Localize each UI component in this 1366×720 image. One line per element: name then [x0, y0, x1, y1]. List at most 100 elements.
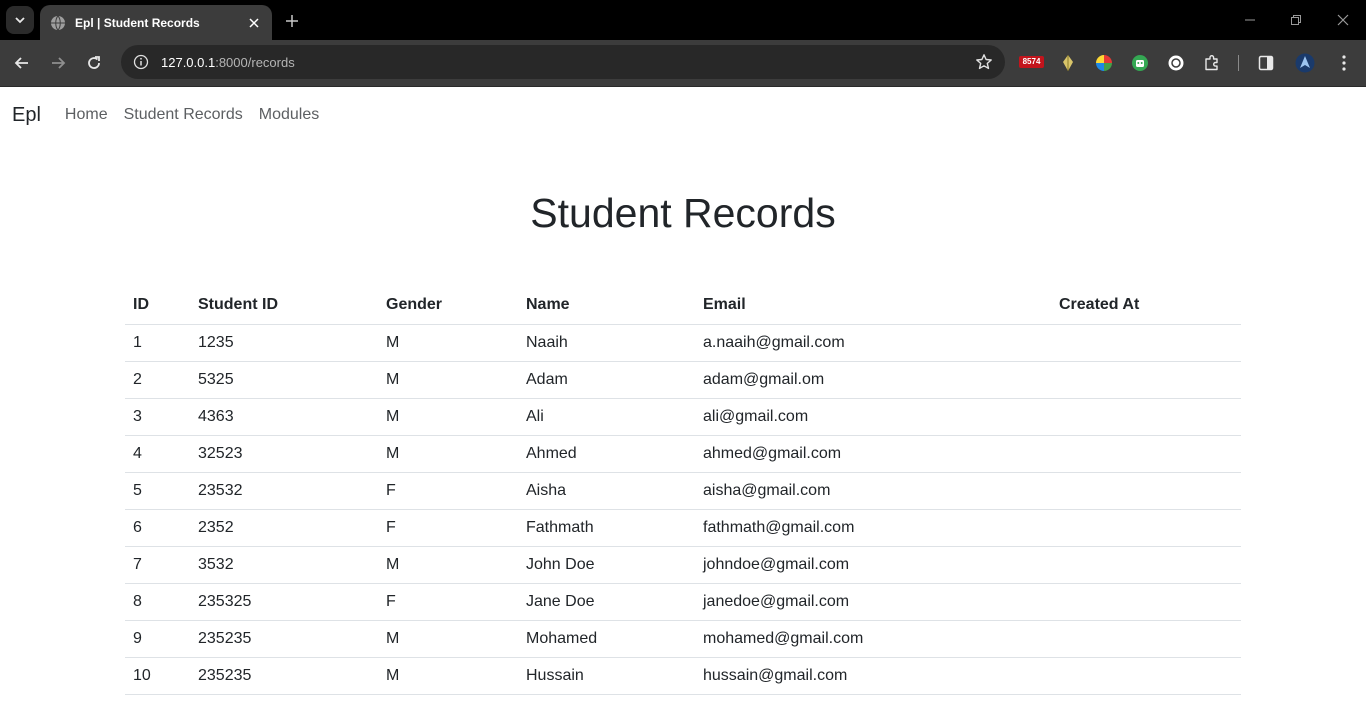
cell-id: 10	[125, 657, 190, 695]
browser-tab-active[interactable]: Epl | Student Records	[40, 5, 272, 40]
bookmark-star-icon[interactable]	[975, 53, 993, 71]
profile-avatar-icon[interactable]	[1295, 53, 1315, 73]
nav-link-modules[interactable]: Modules	[259, 106, 319, 124]
table-row: 9 235235 M Mohamed mohamed@gmail.com	[125, 620, 1241, 658]
cell-gender: M	[378, 398, 518, 436]
arrow-right-icon	[52, 57, 66, 69]
cell-gender: F	[378, 472, 518, 510]
reload-button[interactable]	[82, 51, 106, 75]
chevron-down-icon	[15, 17, 25, 24]
cell-id: 3	[125, 398, 190, 436]
tab-search-button[interactable]	[6, 6, 34, 34]
side-panel-icon[interactable]	[1256, 53, 1276, 73]
nav-link-student-records[interactable]: Student Records	[124, 106, 243, 124]
table-row: 10 235235 M Hussain hussain@gmail.com	[125, 657, 1241, 695]
cell-email: ahmed@gmail.com	[695, 435, 1051, 473]
cell-gender: M	[378, 361, 518, 399]
cell-student-id: 32523	[190, 435, 378, 473]
cell-student-id: 1235	[190, 324, 378, 362]
browser-tabstrip: Epl | Student Records	[0, 0, 1366, 40]
cell-email: adam@gmail.om	[695, 361, 1051, 399]
cell-created-at	[1051, 324, 1241, 362]
table-row: 8 235325 F Jane Doe janedoe@gmail.com	[125, 583, 1241, 621]
forward-button[interactable]	[46, 51, 70, 75]
cell-email: ali@gmail.com	[695, 398, 1051, 436]
cell-gender: M	[378, 620, 518, 658]
table-header-row: ID Student ID Gender Name Email Created …	[125, 287, 1241, 325]
table-row: 5 23532 F Aisha aisha@gmail.com	[125, 472, 1241, 510]
cell-email: johndoe@gmail.com	[695, 546, 1051, 584]
cell-gender: M	[378, 435, 518, 473]
tab-title: Epl | Student Records	[75, 15, 200, 30]
cell-email: fathmath@gmail.com	[695, 509, 1051, 547]
tab-close-icon[interactable]	[246, 15, 262, 31]
student-records-table: ID Student ID Gender Name Email Created …	[125, 287, 1241, 695]
cell-email: aisha@gmail.com	[695, 472, 1051, 510]
cell-student-id: 3532	[190, 546, 378, 584]
cell-created-at	[1051, 583, 1241, 621]
table-row: 3 4363 M Ali ali@gmail.com	[125, 398, 1241, 436]
cell-created-at	[1051, 361, 1241, 399]
extensions-puzzle-icon[interactable]	[1202, 53, 1222, 73]
back-button[interactable]	[10, 51, 34, 75]
url-path: :8000/records	[215, 54, 295, 70]
new-tab-button[interactable]	[282, 11, 302, 31]
cell-created-at	[1051, 509, 1241, 547]
extension-diamond-icon[interactable]	[1058, 53, 1078, 73]
cell-created-at	[1051, 620, 1241, 658]
extension-badge: 8574	[1019, 56, 1044, 68]
cell-id: 8	[125, 583, 190, 621]
cell-id: 1	[125, 324, 190, 362]
column-header-email: Email	[695, 287, 1051, 325]
browser-menu-icon[interactable]	[1334, 53, 1354, 73]
url-text[interactable]: 127.0.0.1:8000/records	[161, 55, 295, 70]
cell-created-at	[1051, 435, 1241, 473]
cell-name: Hussain	[518, 657, 695, 695]
table-row: 4 32523 M Ahmed ahmed@gmail.com	[125, 435, 1241, 473]
plus-icon	[286, 15, 298, 27]
cell-gender: M	[378, 546, 518, 584]
arrow-left-icon	[14, 57, 28, 69]
cell-id: 2	[125, 361, 190, 399]
cell-created-at	[1051, 398, 1241, 436]
cell-id: 9	[125, 620, 190, 658]
cell-student-id: 235325	[190, 583, 378, 621]
site-navbar: Epl Home Student Records Modules	[0, 87, 1366, 143]
cell-email: janedoe@gmail.com	[695, 583, 1051, 621]
browser-toolbar: 127.0.0.1:8000/records	[0, 40, 1366, 87]
table-row: 2 5325 M Adam adam@gmail.om	[125, 361, 1241, 399]
cell-name: Mohamed	[518, 620, 695, 658]
brand-link[interactable]: Epl	[12, 104, 41, 127]
cell-name: John Doe	[518, 546, 695, 584]
cell-id: 5	[125, 472, 190, 510]
cell-student-id: 5325	[190, 361, 378, 399]
cell-name: Ahmed	[518, 435, 695, 473]
close-window-button[interactable]	[1333, 10, 1353, 30]
extension-color-wheel-icon[interactable]	[1094, 53, 1114, 73]
extension-robot-icon[interactable]	[1130, 53, 1150, 73]
nav-link-home[interactable]: Home	[65, 106, 108, 124]
minimize-button[interactable]	[1240, 10, 1260, 30]
column-header-id: ID	[125, 287, 190, 325]
table-row: 1 1235 M Naaih a.naaih@gmail.com	[125, 324, 1241, 362]
cell-gender: M	[378, 324, 518, 362]
extension-circle-icon[interactable]	[1166, 53, 1186, 73]
column-header-gender: Gender	[378, 287, 518, 325]
address-bar[interactable]: 127.0.0.1:8000/records	[121, 45, 1005, 79]
table-row: 6 2352 F Fathmath fathmath@gmail.com	[125, 509, 1241, 547]
cell-student-id: 2352	[190, 509, 378, 547]
toolbar-separator	[1238, 55, 1239, 71]
info-icon[interactable]	[133, 54, 149, 70]
close-icon	[1337, 14, 1349, 26]
restore-button[interactable]	[1286, 10, 1306, 30]
cell-email: a.naaih@gmail.com	[695, 324, 1051, 362]
cell-student-id: 4363	[190, 398, 378, 436]
table-row: 7 3532 M John Doe johndoe@gmail.com	[125, 546, 1241, 584]
cell-created-at	[1051, 472, 1241, 510]
globe-icon	[51, 15, 65, 30]
cell-gender: M	[378, 657, 518, 695]
cell-id: 7	[125, 546, 190, 584]
cell-gender: F	[378, 583, 518, 621]
cell-id: 6	[125, 509, 190, 547]
minimize-icon	[1245, 19, 1255, 21]
